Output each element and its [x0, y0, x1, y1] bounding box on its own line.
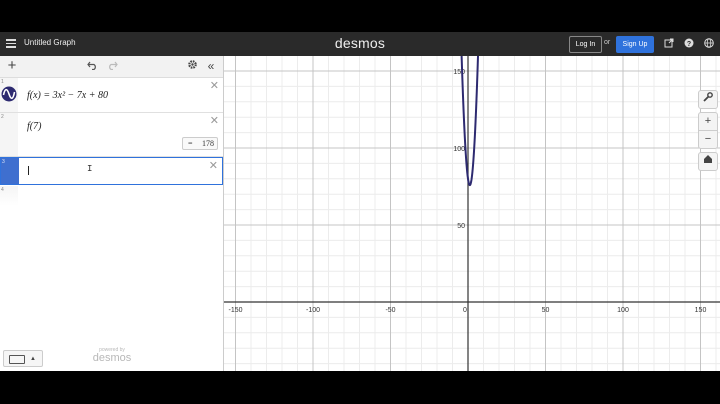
zoom-in-button[interactable]: + [698, 112, 718, 131]
x-tick-label: 100 [617, 307, 629, 314]
graph-title[interactable]: Untitled Graph [24, 38, 76, 47]
delete-expression-icon[interactable]: ✕ [210, 116, 219, 127]
expression-panel: + « 1 f(x) = 3x² − 7x + 80 ✕ 2 f(7) ✕ = … [0, 56, 224, 371]
default-view-button[interactable] [698, 152, 718, 171]
expression-toolbar: + « [0, 56, 223, 78]
evaluation-result: = 178 [182, 137, 218, 150]
y-tick-label: 50 [457, 223, 465, 230]
major-gridlines [224, 56, 720, 371]
desmos-logo: desmos [334, 35, 386, 51]
hamburger-icon[interactable] [6, 39, 16, 48]
axes [224, 56, 720, 371]
top-bar: Untitled Graph desmos Log In or Sign Up … [0, 32, 720, 56]
gear-icon[interactable] [186, 59, 198, 73]
powered-by-logo: desmos [92, 352, 132, 364]
home-icon [704, 155, 712, 163]
powered-by-desmos: powered by desmos [92, 347, 132, 364]
x-tick-label: -150 [228, 307, 242, 314]
browser-viewport: Untitled Graph desmos Log In or Sign Up … [0, 32, 720, 371]
mouse-ibeam-cursor: I [87, 164, 93, 174]
caret-up-icon: ▲ [30, 356, 36, 362]
y-tick-label: 100 [453, 146, 465, 153]
expression-index: 4 [1, 187, 4, 193]
zoom-out-button[interactable]: − [698, 130, 718, 149]
x-tick-label: 50 [542, 307, 550, 314]
undo-icon[interactable] [86, 59, 98, 73]
add-item-button[interactable]: + [5, 58, 19, 73]
share-icon[interactable] [664, 38, 674, 48]
x-tick-label: -100 [306, 307, 320, 314]
expression-row[interactable]: 1 f(x) = 3x² − 7x + 80 ✕ [0, 78, 223, 113]
expression-gutter: 4 [0, 186, 18, 206]
expression-row[interactable]: 4 [0, 186, 223, 206]
expression-gutter: 3 [1, 158, 19, 184]
y-tick-label: 150 [453, 69, 465, 76]
graph-paper[interactable]: -150 -100 -50 0 50 100 150 50 100 150 [224, 56, 720, 371]
signup-button[interactable]: Sign Up [616, 36, 654, 53]
redo-icon[interactable] [106, 59, 118, 73]
x-tick-label: -50 [385, 307, 395, 314]
x-tick-label: 0 [463, 307, 467, 314]
collapse-panel-icon[interactable]: « [205, 59, 217, 73]
text-caret [28, 166, 29, 175]
expression-index: 1 [1, 79, 4, 85]
expression-row[interactable]: 2 f(7) ✕ = 178 [0, 113, 223, 157]
expression-row-active[interactable]: 3 I ✕ [0, 157, 223, 185]
expression-gutter: 2 [0, 113, 18, 156]
svg-text:?: ? [687, 41, 691, 48]
globe-icon[interactable] [704, 38, 714, 48]
expression-index: 3 [2, 159, 5, 165]
minor-gridlines [224, 56, 720, 371]
evaluation-equals: = [188, 139, 193, 148]
delete-expression-icon[interactable]: ✕ [210, 81, 219, 92]
expression-index: 2 [1, 114, 4, 120]
curve-color-icon[interactable] [1, 86, 17, 102]
or-text: or [604, 39, 611, 46]
graph-canvas[interactable]: -150 -100 -50 0 50 100 150 50 100 150 [224, 56, 720, 371]
graph-settings-button[interactable] [698, 90, 718, 109]
wrench-icon [703, 92, 713, 102]
keyboard-toggle-button[interactable]: ▲ [3, 350, 43, 367]
expression-math[interactable]: f(x) = 3x² − 7x + 80 [27, 90, 108, 101]
login-button[interactable]: Log In [569, 36, 602, 53]
delete-expression-icon[interactable]: ✕ [209, 161, 218, 172]
help-icon[interactable]: ? [684, 38, 694, 48]
expression-math[interactable]: f(7) [27, 121, 41, 132]
evaluation-value: 178 [202, 139, 214, 148]
expression-gutter: 1 [0, 78, 18, 112]
x-tick-label: 150 [695, 307, 707, 314]
keyboard-icon [9, 355, 25, 364]
